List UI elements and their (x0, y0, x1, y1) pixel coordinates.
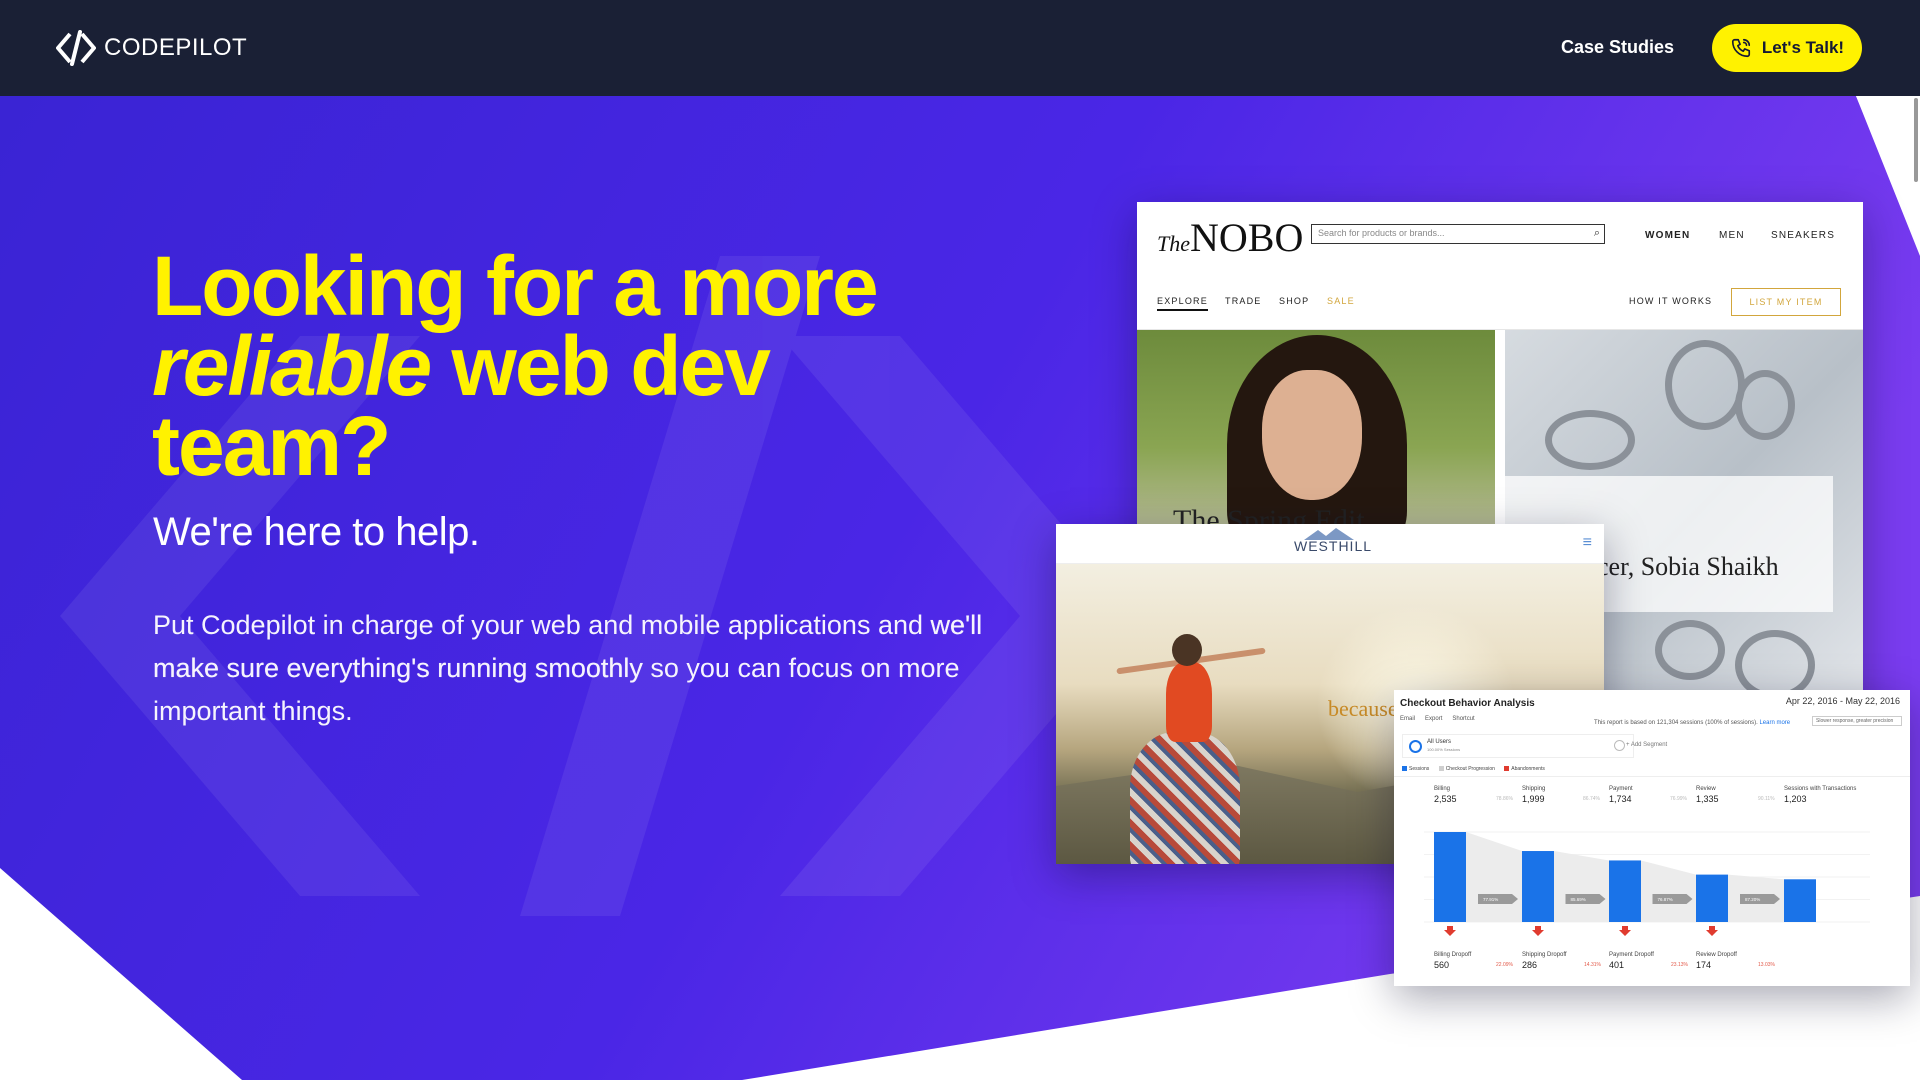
stage-label: Shipping (1522, 786, 1546, 792)
page-scrollbar[interactable] (1912, 96, 1920, 1080)
top-navbar: CODEPILOT Case Studies Let's Talk! (0, 0, 1920, 96)
lets-talk-label: Let's Talk! (1761, 38, 1845, 57)
nobo-subnav-trade: TRADE (1225, 296, 1262, 306)
nav-case-studies-link[interactable]: Case Studies (1561, 37, 1674, 58)
dropoff-arrow (1444, 926, 1456, 936)
stage-percent: 76.99% (1670, 796, 1687, 802)
stage-value: 1,734 (1609, 794, 1632, 804)
funnel-bar (1522, 851, 1554, 922)
search-icon: ⌕ (1593, 227, 1600, 239)
stage-percent: 90.11% (1758, 796, 1775, 802)
page-scrollbar-thumb[interactable] (1914, 98, 1918, 182)
nobo-list-my-item-button: LIST MY ITEM (1731, 288, 1841, 316)
progression-badge-label: 77.91% (1483, 897, 1498, 902)
nobo-caption-right: cer, Sobia Shaikh (1597, 552, 1779, 581)
westhill-logo: WESTHILL (1294, 538, 1373, 554)
code-brackets-icon (56, 30, 96, 66)
stage-label: Review (1696, 786, 1716, 792)
progression-band (1641, 860, 1696, 922)
hero-subhead: We're here to help. (153, 510, 480, 554)
nobo-nav-men: MEN (1719, 230, 1745, 241)
funnel-bar (1609, 860, 1641, 922)
dropoff-value: 174 (1696, 960, 1712, 970)
nobo-nav-sneakers: SNEAKERS (1771, 230, 1836, 241)
funnel-bar (1434, 832, 1466, 922)
dropoff-label: Billing Dropoff (1434, 952, 1472, 958)
analytics-report-mockup: Checkout Behavior Analysis Apr 22, 2016 … (1394, 690, 1910, 986)
nobo-subnav-sale: SALE (1327, 296, 1355, 306)
stage-value: 2,535 (1434, 794, 1457, 804)
dropoff-percent: 14.31% (1584, 962, 1601, 968)
stage-label: Payment (1609, 786, 1633, 792)
headline-line-1: Looking for a more (152, 239, 879, 333)
stage-value: 1,203 (1784, 794, 1807, 804)
progression-band (1466, 832, 1522, 922)
dropoff-arrow (1532, 926, 1544, 936)
progression-badge-label: 76.87% (1658, 897, 1673, 902)
nobo-nav-women: WOMEN (1645, 230, 1691, 241)
stage-label: Sessions with Transactions (1784, 786, 1857, 792)
headline-line-2-rest: web dev (430, 319, 771, 413)
dropoff-value: 560 (1434, 960, 1450, 970)
nobo-header: TheNOBO Search for products or brands...… (1137, 202, 1863, 330)
westhill-header: WESTHILL ≡ (1056, 524, 1604, 564)
nobo-how-it-works: HOW IT WORKS (1629, 296, 1713, 306)
stage-label: Billing (1434, 786, 1451, 792)
dropoff-percent: 22.09% (1496, 962, 1513, 968)
dropoff-percent: 13.03% (1758, 962, 1775, 968)
hamburger-menu-icon: ≡ (1582, 534, 1592, 551)
dropoff-percent: 23.13% (1671, 962, 1688, 968)
stage-percent: 78.86% (1496, 796, 1513, 802)
stage-value: 1,335 (1696, 794, 1719, 804)
dropoff-arrow (1619, 926, 1631, 936)
dropoff-arrow (1706, 926, 1718, 936)
nobo-logo: TheNOBO (1157, 215, 1304, 260)
funnel-bar (1784, 879, 1816, 922)
funnel-bar (1696, 874, 1728, 922)
hero-headline: Looking for a more reliable web dev team… (152, 239, 1052, 493)
progression-badge-label: 85.69% (1571, 897, 1586, 902)
hero-body: Put Codepilot in charge of your web and … (153, 604, 993, 733)
nobo-subnav-shop: SHOP (1279, 296, 1310, 306)
funnel-chart: 77.91% 85.69% 76.87% 87.20% (1424, 831, 1870, 936)
progression-badge-label: 87.20% (1745, 897, 1760, 902)
stage-percent: 86.74% (1583, 796, 1600, 802)
nobo-subnav-explore: EXPLORE (1157, 296, 1208, 311)
brand-logo[interactable]: CODEPILOT (56, 30, 247, 66)
dropoff-value: 286 (1522, 960, 1538, 970)
dropoff-value: 401 (1609, 960, 1625, 970)
lets-talk-button[interactable]: Let's Talk! (1712, 24, 1862, 72)
body-intro: Put Codepilot in charge of your web and … (153, 610, 931, 640)
headline-line-3: team? (152, 399, 391, 493)
dropoff-label: Payment Dropoff (1609, 952, 1654, 958)
stage-value: 1,999 (1522, 794, 1545, 804)
headline-line-2: reliable web dev (152, 324, 1052, 408)
brand-name: CODEPILOT (104, 34, 248, 61)
progression-band (1554, 851, 1609, 922)
nobo-search-input: Search for products or brands... ⌕ (1311, 224, 1605, 244)
phone-icon (1731, 38, 1750, 58)
dropoff-label: Shipping Dropoff (1522, 952, 1567, 958)
dropoff-label: Review Dropoff (1696, 952, 1737, 958)
